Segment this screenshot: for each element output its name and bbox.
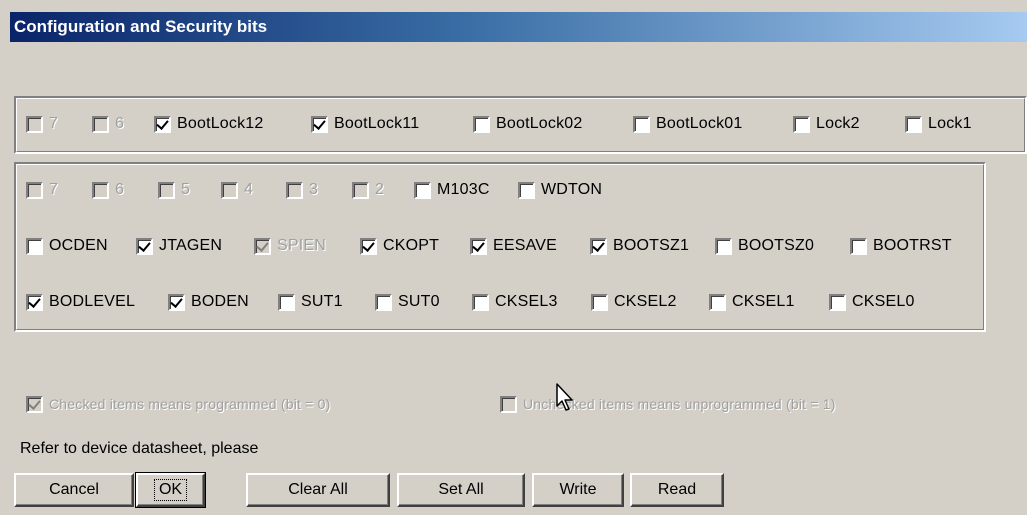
bootrst-checkbox[interactable]: BOOTRST: [850, 234, 965, 258]
refer-datasheet-text: Refer to device datasheet, please: [20, 440, 259, 457]
fuse-row-high: 7 6 5 4 3 2 M103C WDTON: [26, 178, 618, 202]
legend-unprogrammed: Unchecked items means unprogrammed (bit …: [500, 392, 836, 416]
m103c-checkbox[interactable]: M103C: [414, 178, 518, 202]
bodlevel-checkbox[interactable]: BODLEVEL: [26, 290, 168, 314]
ckopt-checkbox[interactable]: CKOPT: [360, 234, 470, 258]
mouse-pointer-icon: [556, 383, 573, 411]
window-title: Configuration and Security bits: [14, 17, 268, 36]
cksel0-checkbox[interactable]: CKSEL0: [829, 290, 939, 314]
bootlock02-checkbox[interactable]: BootLock02: [473, 112, 633, 136]
bootsz1-checkbox[interactable]: BOOTSZ1: [590, 234, 715, 258]
bootlock11-checkbox[interactable]: BootLock11: [311, 112, 473, 136]
sut1-checkbox[interactable]: SUT1: [278, 290, 375, 314]
fuse-bit-4-checkbox: 4: [221, 178, 286, 202]
lock2-checkbox[interactable]: Lock2: [793, 112, 905, 136]
bootsz0-checkbox[interactable]: BOOTSZ0: [715, 234, 850, 258]
fuse-row-low: BODLEVEL BODEN SUT1 SUT0 CKSEL3 CKSEL2 C…: [26, 290, 939, 314]
write-button[interactable]: Write: [532, 473, 624, 507]
cksel2-checkbox[interactable]: CKSEL2: [591, 290, 709, 314]
ocden-checkbox[interactable]: OCDEN: [26, 234, 136, 258]
ok-button[interactable]: OK: [135, 472, 206, 508]
cksel1-checkbox[interactable]: CKSEL1: [709, 290, 829, 314]
jtagen-checkbox[interactable]: JTAGEN: [136, 234, 254, 258]
eesave-checkbox[interactable]: EESAVE: [470, 234, 590, 258]
boden-checkbox[interactable]: BODEN: [168, 290, 278, 314]
lock-bit-7-checkbox: 7: [26, 112, 92, 136]
cksel3-checkbox[interactable]: CKSEL3: [472, 290, 591, 314]
fuse-row-mid: OCDEN JTAGEN SPIEN CKOPT EESAVE BOOTSZ1 …: [26, 234, 965, 258]
bootlock12-checkbox[interactable]: BootLock12: [154, 112, 311, 136]
clear-all-button[interactable]: Clear All: [246, 473, 390, 507]
bootlock01-checkbox[interactable]: BootLock01: [633, 112, 793, 136]
cancel-button[interactable]: Cancel: [14, 473, 134, 507]
legend-programmed: Checked items means programmed (bit = 0): [26, 392, 331, 416]
lock1-checkbox[interactable]: Lock1: [905, 112, 995, 136]
title-bar[interactable]: Configuration and Security bits: [10, 12, 1027, 42]
fuse-bit-3-checkbox: 3: [286, 178, 352, 202]
wdton-checkbox[interactable]: WDTON: [518, 178, 618, 202]
set-all-button[interactable]: Set All: [397, 473, 525, 507]
lock-bits-row: 7 6 BootLock12 BootLock11 BootLock02 Boo…: [26, 112, 995, 136]
fuse-bit-6-checkbox: 6: [92, 178, 158, 202]
fuse-bit-5-checkbox: 5: [158, 178, 221, 202]
spien-checkbox: SPIEN: [254, 234, 360, 258]
fuse-bit-7-checkbox: 7: [26, 178, 92, 202]
lock-bit-6-checkbox: 6: [92, 112, 154, 136]
fuse-bit-2-checkbox: 2: [352, 178, 414, 202]
read-button[interactable]: Read: [630, 473, 724, 507]
sut0-checkbox[interactable]: SUT0: [375, 290, 472, 314]
